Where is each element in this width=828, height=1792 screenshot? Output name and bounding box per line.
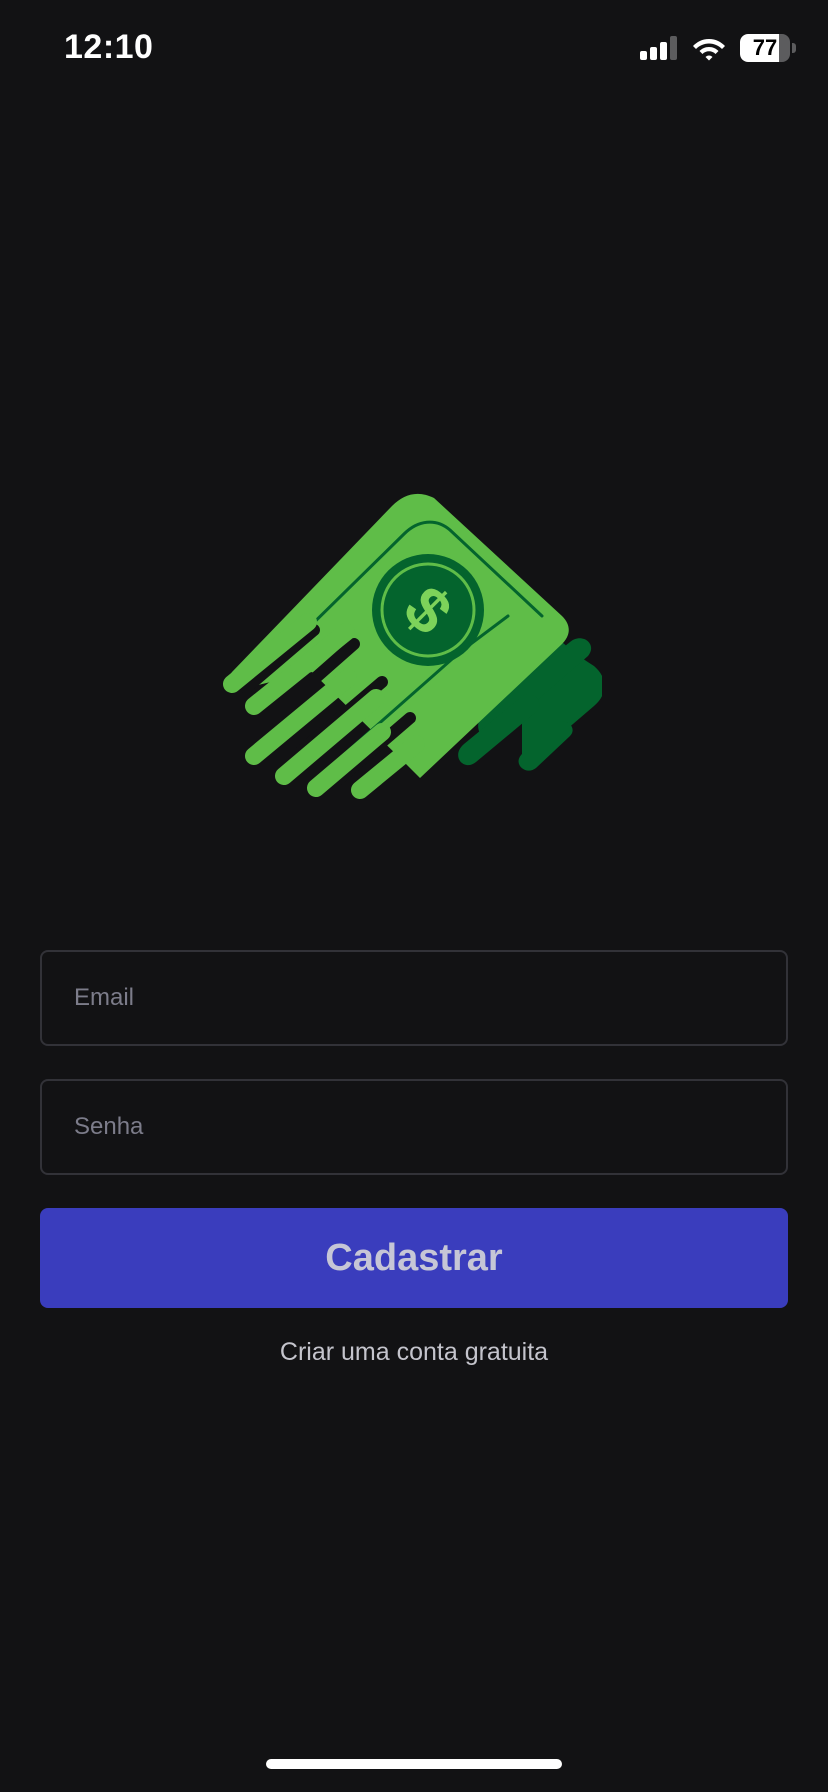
home-indicator[interactable] — [266, 1759, 562, 1769]
wifi-icon — [693, 39, 725, 61]
battery-cap — [792, 43, 796, 53]
signal-icon — [640, 36, 677, 60]
battery-body: 77 — [740, 34, 790, 62]
login-screen: 12:10 77 $ Email Cadastrar Criar uma con… — [0, 0, 828, 1792]
status-time: 12:10 — [64, 28, 154, 66]
email-input[interactable] — [40, 950, 788, 1046]
create-account-link[interactable]: Criar uma conta gratuita — [0, 1338, 828, 1367]
dollar-coin: $ — [372, 554, 484, 666]
register-button[interactable]: Cadastrar — [40, 1208, 788, 1308]
status-bar: 12:10 77 — [0, 0, 828, 100]
flying-money-icon: $ — [223, 493, 602, 799]
status-icons: 77 — [640, 34, 796, 62]
battery-icon: 77 — [740, 34, 796, 62]
battery-percent: 77 — [752, 35, 778, 60]
password-input[interactable] — [40, 1079, 788, 1175]
